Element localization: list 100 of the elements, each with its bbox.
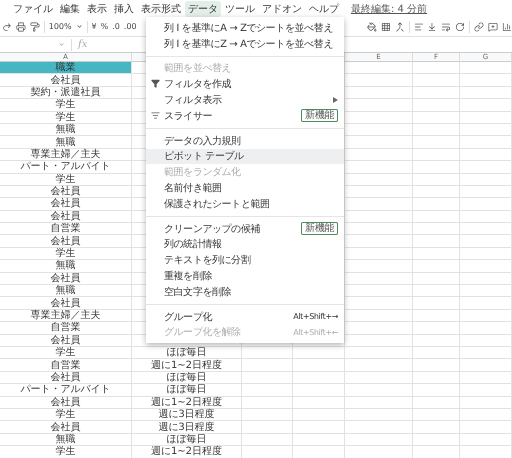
table-cell [413,372,460,384]
menu-item[interactable]: フィルタを作成 [146,76,344,92]
table-cell [345,434,413,446]
table-cell [413,86,460,100]
paint-format-icon[interactable] [30,22,40,32]
table-cell: 学生 [0,346,132,360]
table-cell: 会社員 [0,297,132,310]
menu-bar-item[interactable]: データ [185,0,221,16]
menu-item[interactable]: ピボット テーブル [146,148,344,164]
table-cell [293,396,345,409]
table-cell [413,408,460,422]
table-cell [460,359,512,372]
table-cell [413,186,460,198]
table-cell: 週に3日程度 [132,408,242,422]
table-cell [413,235,460,248]
link-icon[interactable] [474,22,484,32]
table-cell [460,99,512,112]
increase-decimal-button[interactable]: .00 [124,22,137,31]
table-cell [242,359,293,372]
align-icon[interactable] [414,22,424,32]
table-cell [460,297,512,310]
table-cell: 自営業 [0,223,132,236]
menu-item[interactable]: グループ化 Alt+Shift+→ [146,308,344,325]
table-cell [460,124,512,136]
menu-item[interactable]: 列の統計情報 [146,236,344,252]
table-cell: 会社員 [0,198,132,211]
menu-bar-item[interactable]: 表示 [84,0,110,16]
table-cell [460,148,512,162]
menu-item[interactable]: 列 I を基準にA → Zでシートを並べ替え [146,20,344,36]
menu-bar-item[interactable]: 表示形式 [138,0,184,16]
percent-button[interactable]: % [100,22,108,31]
formula-label: fx [78,39,88,50]
table-cell [460,396,512,409]
comment-icon[interactable] [488,22,498,32]
table-cell [460,186,512,198]
fill-color-icon[interactable] [366,22,377,32]
table-cell: ほぼ毎日 [132,384,242,397]
menu-bar-item[interactable]: ツール [222,0,258,16]
table-cell [413,223,460,236]
menu-item[interactable]: テキストを列に分割 [146,252,344,268]
table-cell [293,408,345,422]
table-cell: 無職 [0,260,132,273]
table-cell [413,174,460,186]
table-cell [242,408,293,422]
table-cell [413,434,460,446]
menu-bar-item[interactable]: 挿入 [111,0,137,16]
menu-item[interactable]: スライサー 新機能 [146,108,344,124]
chart-icon[interactable] [502,22,512,32]
vertical-align-icon[interactable] [427,22,438,32]
currency-button[interactable]: ¥ [92,22,97,31]
wrap-icon[interactable] [441,22,452,32]
table-cell [460,260,512,273]
menu-item[interactable]: 列 I を基準にZ → Aでシートを並べ替え [146,36,344,52]
table-cell [413,322,460,335]
filter-icon [151,79,160,88]
decrease-decimal-button[interactable]: .0 [112,22,120,31]
table-cell [460,86,512,100]
table-cell [460,248,512,260]
menu-bar-item[interactable]: ヘルプ [306,0,342,16]
table-cell: 無職 [0,124,132,136]
table-cell: 専業主婦／主夫 [0,148,132,162]
table-cell: 会社員 [0,74,132,87]
table-cell [293,372,345,384]
caret-icon[interactable] [76,23,83,30]
table-cell [460,198,512,211]
table-cell: パート・アルバイト [0,384,132,397]
rotate-icon[interactable] [455,22,466,32]
table-cell [413,161,460,174]
menu-item[interactable]: フィルタ表示 [146,92,344,108]
table-cell [460,434,512,446]
menu-item[interactable]: 空白文字を削除 [146,284,344,300]
table-cell: 週に1~2日程度 [132,359,242,372]
zoom-select[interactable]: 100% [48,22,72,31]
menu-item[interactable]: 保護されたシートと範囲 [146,196,344,212]
table-cell: 職業 [0,62,132,74]
menu-item[interactable]: クリーンアップの候補 新機能 [146,220,344,237]
slicer-icon [151,110,160,120]
table-cell: 学生 [0,174,132,186]
menu-bar-item[interactable]: ファイル [10,0,56,16]
table-cell [413,248,460,260]
table-cell [460,161,512,174]
redo-icon[interactable] [2,22,12,32]
last-edit-link[interactable]: 最終編集: 4 分前 [351,2,428,16]
table-cell [413,346,460,360]
table-cell [242,434,293,446]
menu-bar-item[interactable]: 編集 [57,0,83,16]
menu-item[interactable]: 名前付き範囲 [146,180,344,196]
menu-bar-item[interactable]: アドオン [259,0,305,16]
table-cell: 自営業 [0,322,132,335]
print-icon[interactable] [16,22,26,32]
borders-icon[interactable] [380,22,391,32]
table-cell: 会社員 [0,334,132,347]
table-cell: 無職 [0,285,132,298]
menu-item[interactable]: データの入力規則 [146,132,344,149]
table-cell: 学生 [0,99,132,112]
menu-item[interactable]: 重複を削除 [146,268,344,284]
table-cell [460,285,512,298]
table-cell [460,235,512,248]
table-cell: 専業主婦／主夫 [0,310,132,322]
merge-icon[interactable] [394,22,405,32]
